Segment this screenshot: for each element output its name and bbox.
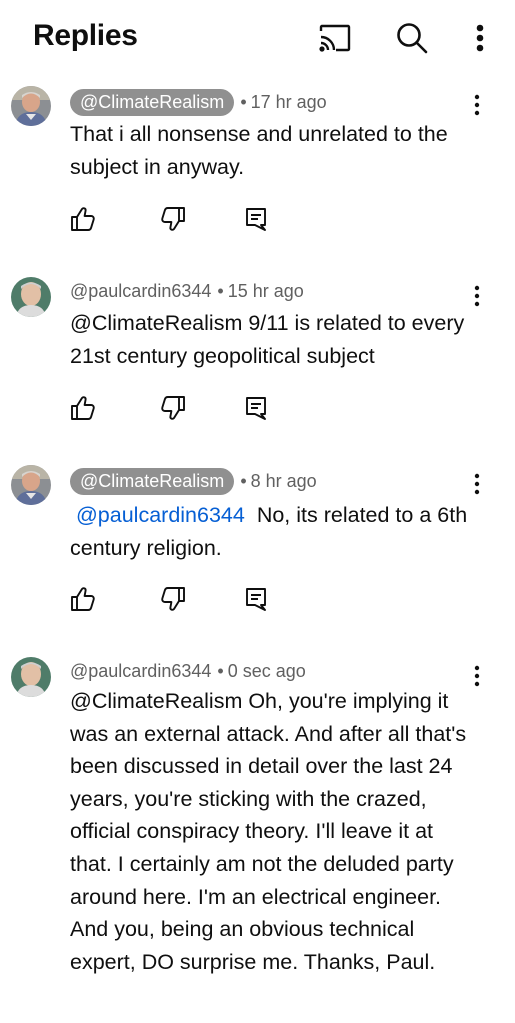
meta-separator: • — [240, 91, 247, 112]
meta-separator: • — [240, 470, 247, 491]
avatar[interactable] — [11, 657, 51, 697]
comment-time: 15 hr ago — [227, 280, 304, 301]
comment-text: @ClimateRealism 9/11 is related to every… — [70, 311, 465, 368]
comment-text: That i all nonsense and unrelated to the… — [70, 122, 448, 179]
app-header: Replies — [0, 0, 515, 76]
reply-icon[interactable] — [243, 206, 269, 232]
comment-text: @ClimateRealism Oh, you're implying it w… — [70, 689, 467, 974]
more-vert-icon[interactable] — [462, 20, 498, 56]
author-name[interactable]: @paulcardin6344 — [70, 281, 211, 302]
meta-separator: • — [217, 660, 224, 681]
author-name[interactable]: @paulcardin6344 — [70, 661, 211, 682]
comment-time: 0 sec ago — [227, 660, 306, 681]
reply-icon[interactable] — [243, 395, 269, 421]
like-icon[interactable] — [70, 586, 96, 612]
comment-time: 17 hr ago — [250, 91, 327, 112]
reply-icon[interactable] — [243, 586, 269, 612]
author-chip[interactable]: @ClimateRealism — [70, 467, 235, 495]
search-icon[interactable] — [394, 20, 430, 56]
page-title: Replies — [33, 19, 138, 52]
dislike-icon[interactable] — [160, 586, 186, 612]
author-chip[interactable]: @ClimateRealism — [70, 88, 235, 116]
avatar[interactable] — [11, 465, 51, 505]
mention-link[interactable]: @paulcardin6344 — [76, 503, 245, 527]
comment-more-icon[interactable] — [465, 282, 489, 310]
avatar[interactable] — [11, 86, 51, 126]
comment-more-icon[interactable] — [465, 91, 489, 119]
comment-meta: @ClimateRealism • 17 hr ago — [70, 88, 327, 116]
comment-time: 8 hr ago — [250, 470, 317, 491]
comment-meta: @ClimateRealism • 8 hr ago — [70, 467, 317, 495]
like-icon[interactable] — [70, 395, 96, 421]
like-icon[interactable] — [70, 206, 96, 232]
comment-meta: @paulcardin6344 • 15 hr ago — [70, 277, 304, 305]
cast-icon[interactable] — [317, 20, 353, 56]
comment-meta: @paulcardin6344 • 0 sec ago — [70, 657, 306, 685]
comment-text: @paulcardin6344 No, its related to a 6th… — [70, 499, 480, 564]
meta-separator: • — [217, 280, 224, 301]
dislike-icon[interactable] — [160, 206, 186, 232]
avatar[interactable] — [11, 277, 51, 317]
dislike-icon[interactable] — [160, 395, 186, 421]
comment-more-icon[interactable] — [465, 470, 489, 498]
